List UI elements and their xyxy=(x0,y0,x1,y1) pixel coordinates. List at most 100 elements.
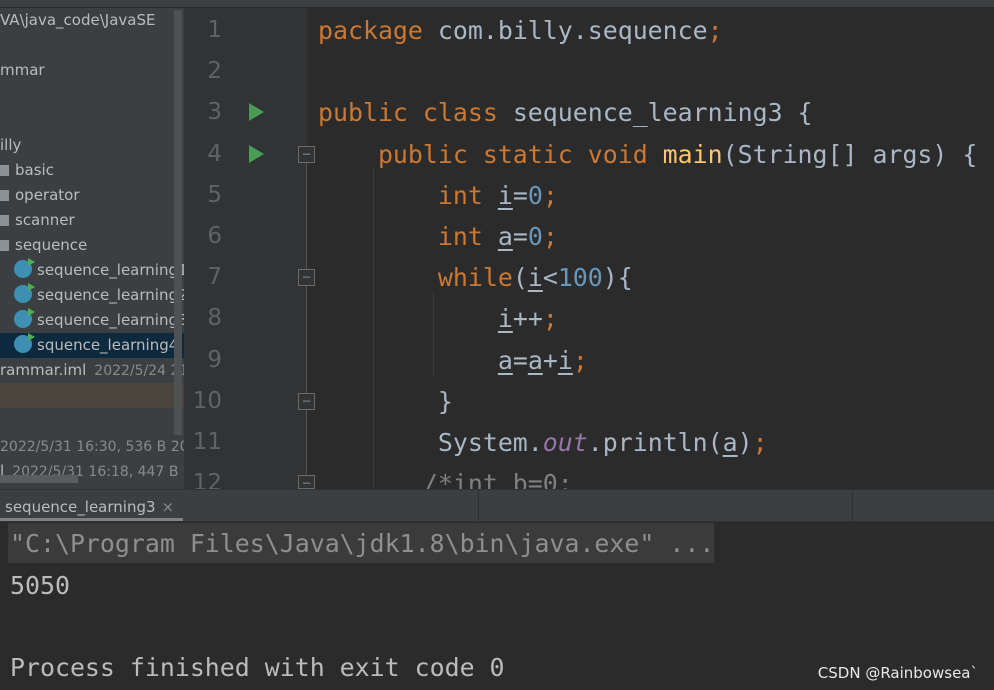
package-icon xyxy=(0,215,9,226)
console-output: 5050 xyxy=(10,571,70,600)
tree-item[interactable]: rammar.iml 2022/5/24 21:0 xyxy=(0,358,184,383)
tree-item[interactable]: operator xyxy=(0,183,174,208)
tree-item[interactable]: VA\java_code\JavaSE xyxy=(0,8,174,33)
code-token: int xyxy=(318,180,498,210)
code-line: public class sequence_learning3 { xyxy=(318,92,813,133)
code-token: = xyxy=(512,222,528,251)
tree-item-label: rammar.iml xyxy=(0,361,87,379)
code-line: while(i<100){ xyxy=(318,257,633,298)
line-number: 9 xyxy=(207,346,222,373)
code-token: ; xyxy=(542,304,558,334)
code-token: ; xyxy=(752,428,768,457)
tree-item[interactable]: scanner xyxy=(0,208,174,233)
code-token: = xyxy=(512,345,528,375)
tree-item[interactable]: illy xyxy=(0,133,174,158)
line-number: 12 xyxy=(192,470,222,489)
code-token: i xyxy=(557,345,573,375)
tree-item[interactable]: sequence_learning2 xyxy=(0,283,184,308)
highlighted-row xyxy=(0,383,184,408)
tree-item-meta: 2022/5/24 21:0 xyxy=(94,363,184,379)
tree-item-label: operator xyxy=(15,186,80,204)
code-token: out xyxy=(542,428,588,457)
active-tab-indicator xyxy=(0,518,183,521)
code-token: a xyxy=(497,222,513,251)
tree-item-label: scanner xyxy=(15,211,75,229)
run-tool-window-tabbar: sequence_learning3 × xyxy=(0,489,994,522)
tree-item-label: VA\java_code\JavaSE xyxy=(0,11,156,29)
line-number: 4 xyxy=(207,140,222,167)
tree-item[interactable]: sequence xyxy=(0,233,174,258)
code-line: /*int b=0; xyxy=(318,463,573,489)
code-token: com.billy.sequence xyxy=(437,16,708,45)
file-info-row[interactable]: 2022/5/31 16:30, 536 B 2022 xyxy=(0,434,184,459)
fold-end-icon[interactable]: − xyxy=(298,392,315,410)
fold-icon[interactable]: − xyxy=(298,145,315,163)
tree-item[interactable]: sequence_learning3 xyxy=(0,308,184,333)
code-line: package com.billy.sequence; xyxy=(318,10,723,51)
tree-item-label: sequence xyxy=(15,236,88,254)
run-icon[interactable] xyxy=(249,103,264,122)
tree-item[interactable]: mmar xyxy=(0,58,174,83)
fold-line xyxy=(306,150,307,489)
code-line: System.out.println(a); xyxy=(318,422,768,463)
code-token: System. xyxy=(318,428,543,457)
line-number: 6 xyxy=(207,223,222,249)
line-number: 1 xyxy=(207,17,222,43)
code-token: int xyxy=(318,222,498,251)
fold-icon[interactable]: − xyxy=(298,269,315,287)
code-line: public static void main(String[] args) { xyxy=(318,134,977,175)
code-token: public static void xyxy=(318,139,663,169)
code-token: } xyxy=(318,386,453,416)
tree-item-label: sequence_learning1 xyxy=(37,261,184,279)
code-line: a=a+i; xyxy=(318,340,588,381)
package-icon xyxy=(0,240,9,251)
line-number: 3 xyxy=(207,99,222,126)
line-number: 8 xyxy=(207,305,222,332)
tree-item-label: mmar xyxy=(0,61,45,79)
line-number: 10 xyxy=(192,387,222,414)
code-token: a xyxy=(527,345,543,375)
tree-item-label: sequence_learning3 xyxy=(37,311,184,329)
tree-item[interactable]: sequence_learning1 xyxy=(0,258,184,283)
code-line: int a=0; xyxy=(318,216,558,257)
code-token: ; xyxy=(542,222,558,251)
code-token: i xyxy=(497,304,513,334)
code-token: main xyxy=(662,139,723,169)
tree-item-label: squence_learning4 xyxy=(37,336,179,354)
java-class-icon xyxy=(14,258,35,278)
console-command: "C:\Program Files\Java\jdk1.8\bin\java.e… xyxy=(10,529,715,558)
code-token: .println( xyxy=(587,428,723,457)
code-line: } xyxy=(318,381,453,422)
code-token: + xyxy=(542,345,558,375)
code-token: a xyxy=(497,345,513,375)
file-meta: 2022/5/31 16:30, 536 B 2022 xyxy=(0,439,184,455)
tree-item-label: basic xyxy=(15,161,54,179)
vertical-scrollbar[interactable] xyxy=(174,10,182,435)
top-toolbar-strip xyxy=(0,0,994,8)
code-token: sequence_learning3 { xyxy=(512,98,813,128)
horizontal-scrollbar[interactable] xyxy=(0,475,78,483)
code-token: i xyxy=(497,180,513,210)
code-token: i xyxy=(527,263,543,293)
java-class-icon xyxy=(14,308,35,328)
code-token: 0 xyxy=(527,222,543,251)
code-token: < xyxy=(542,263,558,293)
java-class-icon xyxy=(14,333,35,353)
divider xyxy=(852,490,853,522)
code-token: public class xyxy=(318,98,513,128)
code-token: ) xyxy=(737,428,753,457)
code-token: ){ xyxy=(602,263,633,293)
fold-icon[interactable]: − xyxy=(298,475,315,489)
tree-item-label: sequence_learning2 xyxy=(37,286,184,304)
tree-item-label: illy xyxy=(0,136,22,154)
tree-item[interactable]: basic xyxy=(0,158,174,183)
tab-label: sequence_learning3 xyxy=(5,498,156,516)
project-tree: VA\java_code\JavaSEmmar illy basic operator… xyxy=(0,8,184,489)
close-icon[interactable]: × xyxy=(162,498,175,516)
tree-item[interactable]: squence_learning4 xyxy=(0,333,184,358)
code-token: ; xyxy=(572,345,588,375)
run-icon[interactable] xyxy=(249,144,264,163)
line-number: 5 xyxy=(207,181,222,208)
